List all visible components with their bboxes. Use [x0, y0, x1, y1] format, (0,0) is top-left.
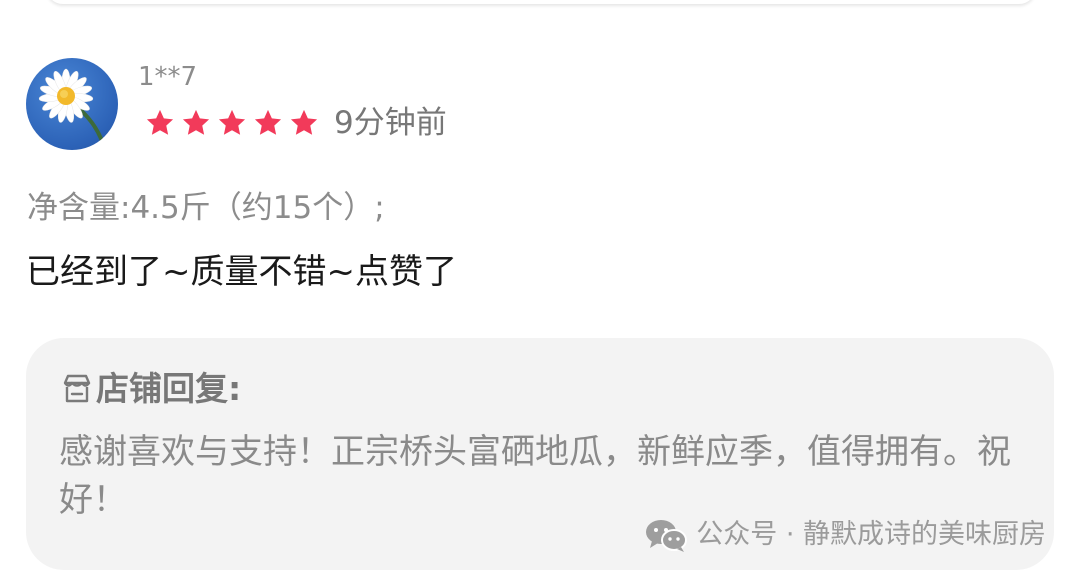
daisy-icon — [38, 68, 107, 150]
store-reply-label: 店铺回复: — [96, 369, 242, 408]
store-icon — [63, 374, 91, 403]
store-reply-text: 感谢喜欢与支持！正宗桥头富硒地瓜，新鲜应季，值得拥有。祝好！ — [59, 432, 1011, 520]
star-icon — [146, 109, 174, 135]
previous-card-edge — [46, 0, 1036, 4]
review-time: 9分钟前 — [334, 105, 447, 141]
user-avatar[interactable] — [26, 58, 118, 150]
store-reply-header: 店铺回复: — [60, 368, 241, 410]
star-icon — [290, 109, 318, 135]
star-icon — [218, 109, 246, 135]
rating-stars — [144, 106, 320, 140]
watermark-text: 公众号 · 静默成诗的美味厨房 — [696, 519, 1046, 550]
product-spec: 净含量:4.5斤（约15个）; — [27, 190, 385, 226]
star-icon — [254, 109, 282, 135]
star-icon — [182, 109, 210, 135]
username: 1**7 — [138, 62, 198, 92]
watermark: 公众号 · 静默成诗的美味厨房 — [644, 517, 1046, 553]
review-content: 已经到了~质量不错~点赞了 — [26, 252, 457, 292]
wechat-icon — [646, 520, 688, 552]
